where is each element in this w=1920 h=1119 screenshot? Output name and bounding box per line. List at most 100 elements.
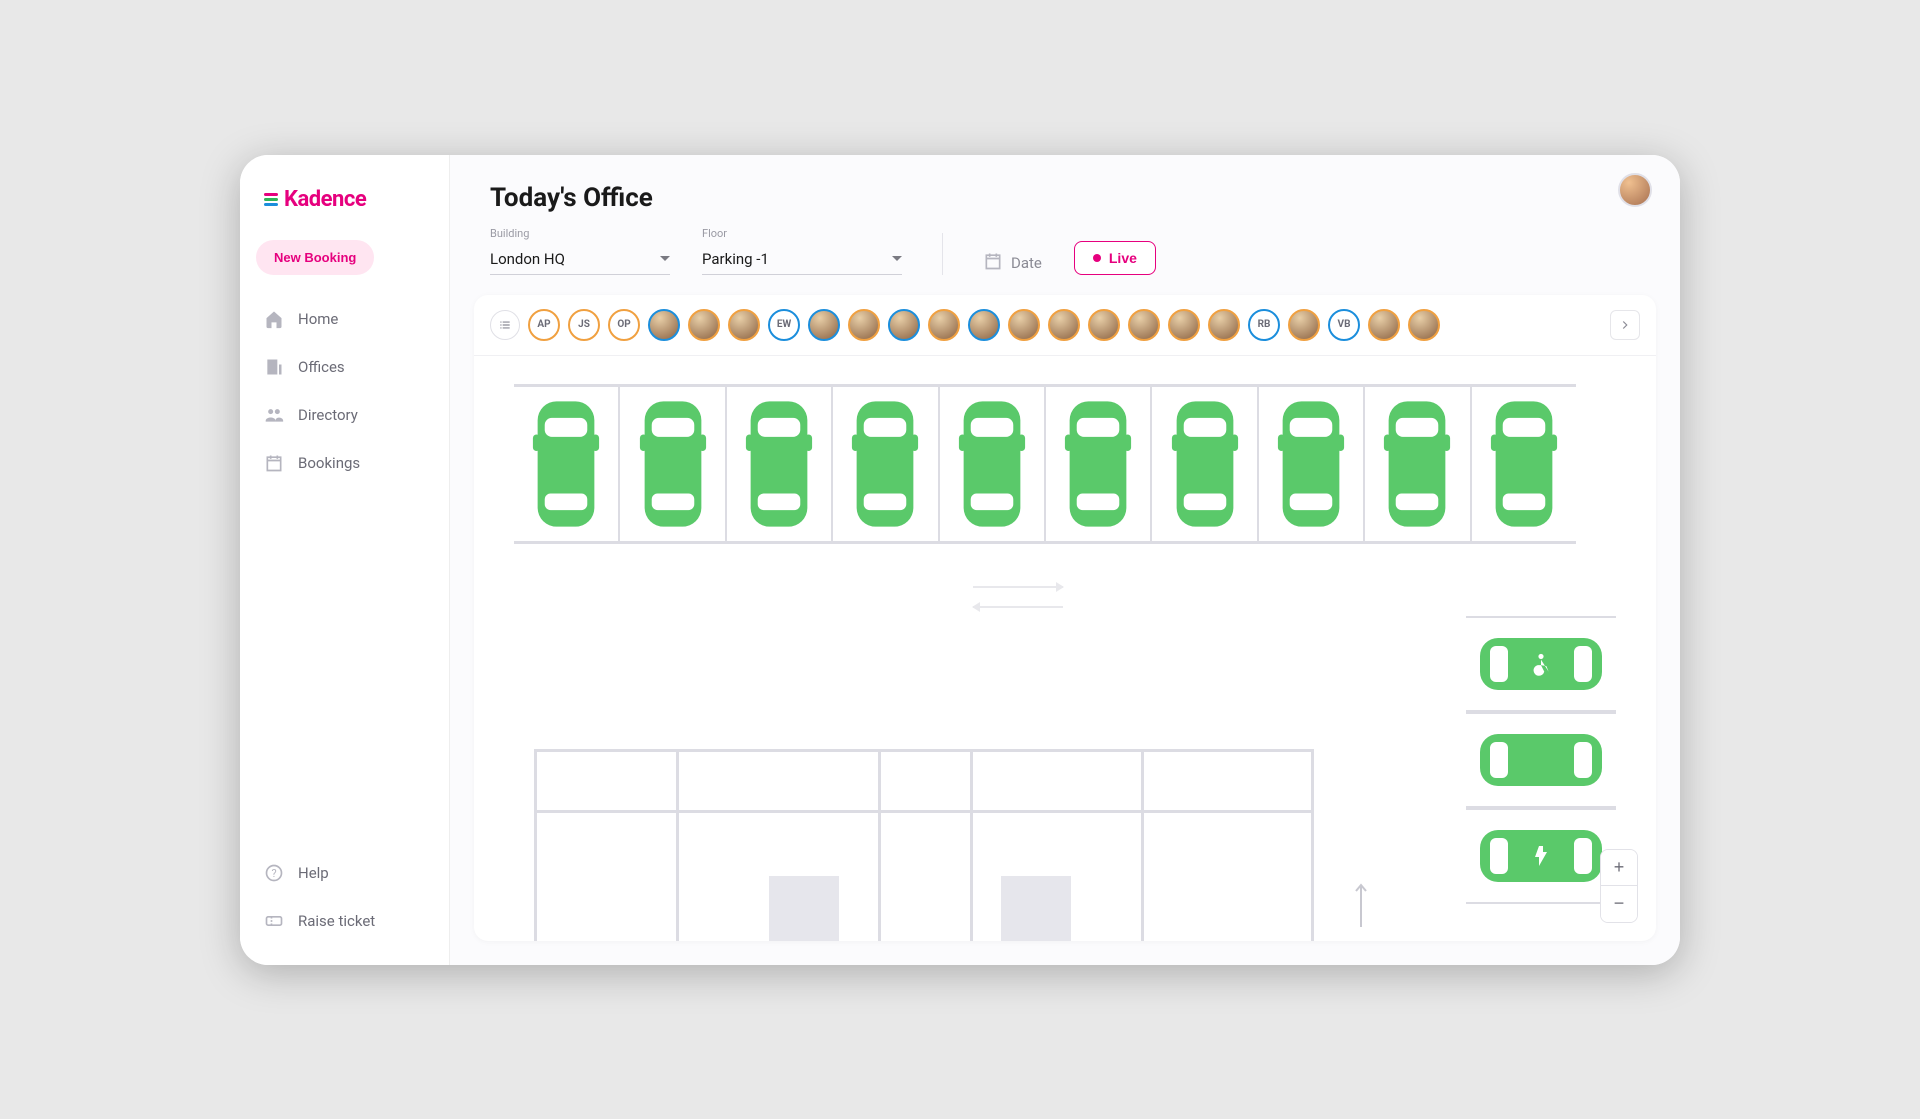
brand-logo-mark — [264, 193, 278, 206]
parking-slot[interactable] — [1259, 387, 1365, 541]
person-avatar[interactable] — [648, 309, 680, 341]
direction-arrows — [973, 586, 1063, 608]
live-label: Live — [1109, 250, 1137, 266]
people-list: APJSOP EW RB VB — [528, 309, 1602, 341]
people-icon — [264, 405, 284, 425]
ev-charge-icon — [1529, 844, 1553, 868]
parking-slot[interactable] — [1466, 616, 1616, 712]
ticket-icon — [264, 911, 284, 931]
brand-logo: Kadence — [264, 187, 425, 212]
car-icon — [1061, 399, 1135, 529]
sidebar-item-label: Bookings — [298, 454, 360, 472]
chevron-right-icon — [1618, 318, 1632, 332]
list-icon — [498, 318, 512, 332]
person-avatar[interactable] — [1288, 309, 1320, 341]
person-avatar[interactable] — [1048, 309, 1080, 341]
user-avatar[interactable] — [1618, 173, 1652, 207]
sidebar-item-label: Raise ticket — [298, 912, 375, 930]
person-avatar[interactable] — [1128, 309, 1160, 341]
person-avatar[interactable]: RB — [1248, 309, 1280, 341]
live-button[interactable]: Live — [1074, 241, 1156, 275]
parking-slot[interactable] — [1365, 387, 1471, 541]
sidebar-item-label: Help — [298, 864, 329, 882]
floorplan-canvas[interactable]: + − — [474, 356, 1656, 941]
person-avatar[interactable] — [1008, 309, 1040, 341]
calendar-icon — [983, 251, 1003, 275]
person-avatar[interactable] — [1368, 309, 1400, 341]
person-avatar[interactable]: AP — [528, 309, 560, 341]
calendar-icon — [264, 453, 284, 473]
person-avatar[interactable] — [928, 309, 960, 341]
sidebar-item-bookings[interactable]: Bookings — [256, 443, 433, 483]
page-header: Today's Office Building London HQ Floor … — [450, 155, 1680, 291]
building-select[interactable]: London HQ — [490, 244, 670, 275]
date-button[interactable]: Date — [983, 251, 1042, 275]
floor-value: Parking -1 — [702, 250, 769, 268]
parking-slot[interactable] — [727, 387, 833, 541]
svg-text:?: ? — [271, 867, 276, 880]
sidebar-item-label: Directory — [298, 406, 358, 424]
separator — [942, 233, 943, 275]
car-icon — [1168, 399, 1242, 529]
list-toggle-button[interactable] — [490, 310, 520, 340]
person-avatar[interactable] — [888, 309, 920, 341]
person-avatar[interactable] — [1408, 309, 1440, 341]
brand-name: Kadence — [284, 187, 366, 212]
sidebar-item-raise-ticket[interactable]: Raise ticket — [256, 901, 433, 941]
sidebar-item-label: Home — [298, 310, 338, 328]
person-avatar[interactable] — [1168, 309, 1200, 341]
person-avatar[interactable] — [848, 309, 880, 341]
scroll-right-button[interactable] — [1610, 310, 1640, 340]
people-strip: APJSOP EW RB VB — [474, 295, 1656, 356]
parking-slot[interactable] — [1466, 808, 1616, 904]
building-icon — [264, 357, 284, 377]
person-avatar[interactable] — [1208, 309, 1240, 341]
chevron-down-icon — [660, 256, 670, 261]
person-avatar[interactable]: OP — [608, 309, 640, 341]
filter-row: Building London HQ Floor Parking -1 — [490, 227, 1640, 275]
sidebar-item-offices[interactable]: Offices — [256, 347, 433, 387]
person-avatar[interactable]: EW — [768, 309, 800, 341]
accessible-icon — [1528, 651, 1554, 677]
sidebar-item-help[interactable]: ? Help — [256, 853, 433, 893]
person-avatar[interactable] — [688, 309, 720, 341]
floorplan-panel: APJSOP EW RB VB — [474, 295, 1656, 941]
sidebar-item-directory[interactable]: Directory — [256, 395, 433, 435]
parking-row-top — [514, 384, 1576, 544]
floor-filter: Floor Parking -1 — [702, 227, 902, 275]
parking-column-right — [1466, 616, 1616, 941]
parking-slot[interactable] — [940, 387, 1046, 541]
car-icon — [1476, 724, 1606, 796]
sidebar-item-home[interactable]: Home — [256, 299, 433, 339]
zoom-in-button[interactable]: + — [1601, 850, 1637, 886]
person-avatar[interactable] — [728, 309, 760, 341]
date-label: Date — [1011, 254, 1042, 272]
parking-slot[interactable] — [1472, 387, 1576, 541]
person-avatar[interactable]: VB — [1328, 309, 1360, 341]
new-booking-button[interactable]: New Booking — [256, 240, 374, 275]
parking-slot[interactable] — [620, 387, 726, 541]
parking-slot[interactable] — [1466, 712, 1616, 808]
parking-slot[interactable] — [1046, 387, 1152, 541]
building-outline — [534, 749, 1314, 941]
car-icon — [1274, 399, 1348, 529]
car-icon — [848, 399, 922, 529]
person-avatar[interactable] — [808, 309, 840, 341]
home-icon — [264, 309, 284, 329]
parking-slot[interactable] — [833, 387, 939, 541]
floor-label: Floor — [702, 227, 902, 240]
person-avatar[interactable] — [968, 309, 1000, 341]
car-icon — [1380, 399, 1454, 529]
car-icon — [742, 399, 816, 529]
page-title: Today's Office — [490, 183, 1640, 213]
zoom-out-button[interactable]: − — [1601, 886, 1637, 922]
building-label: Building — [490, 227, 670, 240]
person-avatar[interactable]: JS — [568, 309, 600, 341]
parking-slot[interactable] — [1152, 387, 1258, 541]
zoom-control: + − — [1600, 849, 1638, 923]
car-icon — [529, 399, 603, 529]
sidebar-nav: Home Offices Directory Bookings — [256, 299, 433, 483]
parking-slot[interactable] — [514, 387, 620, 541]
floor-select[interactable]: Parking -1 — [702, 244, 902, 275]
person-avatar[interactable] — [1088, 309, 1120, 341]
